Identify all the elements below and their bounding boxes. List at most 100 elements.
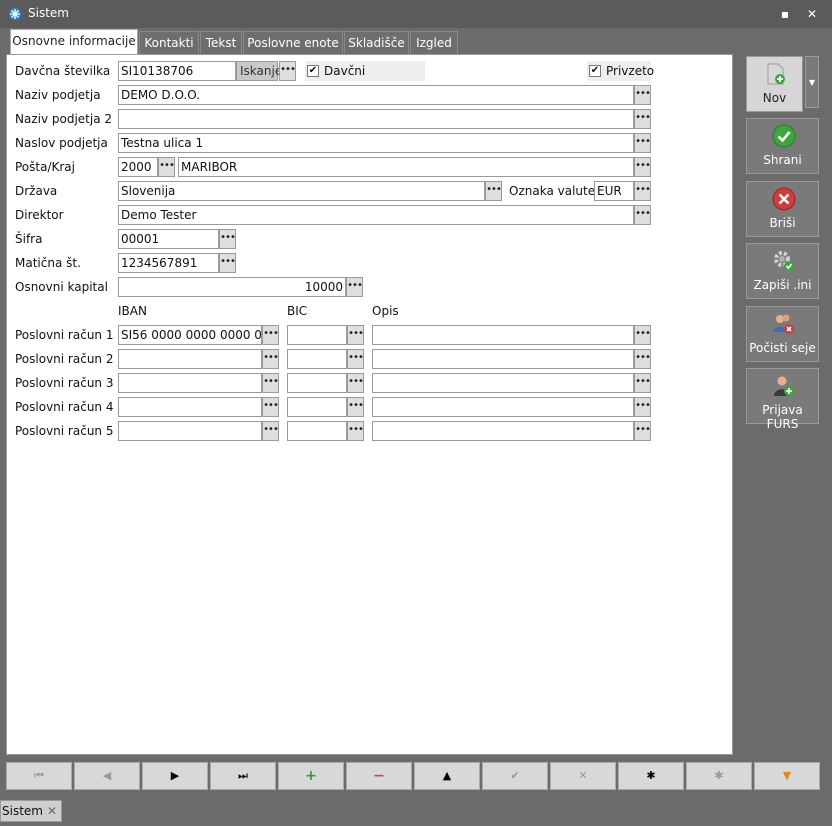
nav-post-button[interactable]: ✔ — [482, 762, 548, 790]
tab-text[interactable]: Tekst — [200, 31, 242, 55]
delete-button[interactable]: Briši — [746, 181, 819, 237]
tab-basic-info[interactable]: Osnovne informacije — [10, 29, 138, 56]
nav-cancel-button[interactable]: ✕ — [550, 762, 616, 790]
write-ini-button[interactable]: Zapiši .ini — [746, 243, 819, 299]
account-5-description-field[interactable] — [372, 421, 634, 441]
currency-lookup-button[interactable]: ••• — [634, 181, 651, 201]
furs-login-button[interactable]: Prijava FURS — [746, 368, 819, 431]
account-3-bic-lookup-button[interactable]: ••• — [347, 373, 364, 393]
account-2-bic-lookup-button[interactable]: ••• — [347, 349, 364, 369]
account-1-iban-field[interactable]: SI56 0000 0000 0000 000 — [118, 325, 262, 345]
tab-warehouse[interactable]: Skladišče — [344, 31, 409, 55]
account-1-iban-lookup-button[interactable]: ••• — [262, 325, 279, 345]
tab-layout[interactable]: Izgled — [410, 31, 458, 55]
close-window-button[interactable]: ✕ — [803, 5, 821, 23]
code-field[interactable]: 00001 — [118, 229, 219, 249]
account-4-description-lookup-button[interactable]: ••• — [634, 397, 651, 417]
account-2-bic-field[interactable] — [287, 349, 347, 369]
account-5-bic-field[interactable] — [287, 421, 347, 441]
code-lookup-button[interactable]: ••• — [219, 229, 236, 249]
iban-header: IBAN — [118, 304, 147, 318]
nav-last-button[interactable]: ⏭ — [210, 762, 276, 790]
company-name2-field[interactable] — [118, 109, 634, 129]
reg-number-field[interactable]: 1234567891 — [118, 253, 219, 273]
city-lookup-button[interactable]: ••• — [634, 157, 651, 177]
account-5-iban-field[interactable] — [118, 421, 262, 441]
taskbar-tab-label: Sistem — [2, 804, 43, 818]
account-4-bic-lookup-button[interactable]: ••• — [347, 397, 364, 417]
account-4-iban-lookup-button[interactable]: ••• — [262, 397, 279, 417]
account-3-description-lookup-button[interactable]: ••• — [634, 373, 651, 393]
account-2-iban-lookup-button[interactable]: ••• — [262, 349, 279, 369]
nav-next-button[interactable]: ▶ — [142, 762, 208, 790]
tax-number-field[interactable]: SI10138706 — [118, 61, 236, 81]
capital-field[interactable]: 10000 — [118, 277, 346, 297]
delete-icon — [772, 187, 796, 211]
post-code-field[interactable]: 2000 — [118, 157, 158, 177]
account-5-description-lookup-button[interactable]: ••• — [634, 421, 651, 441]
account-1-description-lookup-button[interactable]: ••• — [634, 325, 651, 345]
tab-contacts[interactable]: Kontakti — [139, 31, 199, 55]
city-field[interactable]: MARIBOR — [178, 157, 634, 177]
account-3-iban-lookup-button[interactable]: ••• — [262, 373, 279, 393]
account-5-label: Poslovni račun 5 — [15, 424, 114, 438]
account-3-description-field[interactable] — [372, 373, 634, 393]
filter-icon: ▼ — [782, 769, 792, 782]
user-add-icon — [774, 376, 794, 396]
nav-prior-button[interactable]: ◀ — [74, 762, 140, 790]
company-address-lookup-button[interactable]: ••• — [634, 133, 651, 153]
tax-payer-checkbox[interactable]: ✔ Davčni zavezanec — [305, 61, 425, 98]
search-button[interactable]: Iskanje — [236, 61, 282, 81]
new-document-icon — [767, 63, 785, 85]
account-5-iban-lookup-button[interactable]: ••• — [262, 421, 279, 441]
taskbar-tab-sistem[interactable]: Sistem ✕ — [0, 800, 62, 822]
tab-business-units[interactable]: Poslovne enote — [243, 31, 343, 55]
director-field[interactable]: Demo Tester — [118, 205, 634, 225]
director-lookup-button[interactable]: ••• — [634, 205, 651, 225]
app-icon — [9, 8, 21, 20]
company-address-field[interactable]: Testna ulica 1 — [118, 133, 634, 153]
description-header: Opis — [372, 304, 399, 318]
account-2-iban-field[interactable] — [118, 349, 262, 369]
account-3-iban-field[interactable] — [118, 373, 262, 393]
default-label: Privzeto — [606, 64, 655, 78]
close-icon[interactable]: ✕ — [47, 801, 57, 821]
reg-number-lookup-button[interactable]: ••• — [219, 253, 236, 273]
company-name2-lookup-button[interactable]: ••• — [634, 109, 651, 129]
post-code-lookup-button[interactable]: ••• — [158, 157, 175, 177]
company-name-lookup-button[interactable]: ••• — [634, 85, 651, 105]
nav-refresh-button[interactable]: ✱ — [618, 762, 684, 790]
account-5-bic-lookup-button[interactable]: ••• — [347, 421, 364, 441]
new-button[interactable]: Nov — [746, 56, 803, 112]
save-label: Shrani — [763, 153, 802, 167]
nav-edit-button[interactable]: ▲ — [414, 762, 480, 790]
default-checkbox[interactable]: ✔ Privzeto — [587, 61, 655, 81]
account-4-description-field[interactable] — [372, 397, 634, 417]
capital-lookup-button[interactable]: ••• — [346, 277, 363, 297]
account-2-description-lookup-button[interactable]: ••• — [634, 349, 651, 369]
country-lookup-button[interactable]: ••• — [485, 181, 502, 201]
nav-delete-button[interactable]: − — [346, 762, 412, 790]
new-label: Nov — [762, 91, 787, 105]
account-3-bic-field[interactable] — [287, 373, 347, 393]
account-1-bic-field[interactable] — [287, 325, 347, 345]
clear-sessions-button[interactable]: Počisti seje — [746, 306, 819, 362]
tax-number-lookup-button[interactable]: ••• — [279, 61, 296, 81]
new-dropdown-button[interactable]: ▼ — [805, 56, 819, 108]
account-1-description-field[interactable] — [372, 325, 634, 345]
nav-first-button[interactable]: ⏮ — [6, 762, 72, 790]
account-4-iban-field[interactable] — [118, 397, 262, 417]
account-2-description-field[interactable] — [372, 349, 634, 369]
nav-refresh-current-button[interactable]: ✱ — [686, 762, 752, 790]
currency-field[interactable]: EUR — [594, 181, 634, 201]
company-name-field[interactable]: DEMO D.O.O. — [118, 85, 634, 105]
minimize-button[interactable]: ▪ — [776, 5, 794, 23]
nav-filter-button[interactable]: ▼ — [754, 762, 820, 790]
reg-number-label: Matična št. — [15, 256, 81, 270]
save-button[interactable]: Shrani — [746, 118, 819, 174]
users-remove-icon — [773, 314, 794, 334]
nav-insert-button[interactable]: + — [278, 762, 344, 790]
account-1-bic-lookup-button[interactable]: ••• — [347, 325, 364, 345]
account-4-bic-field[interactable] — [287, 397, 347, 417]
country-field[interactable]: Slovenija — [118, 181, 485, 201]
